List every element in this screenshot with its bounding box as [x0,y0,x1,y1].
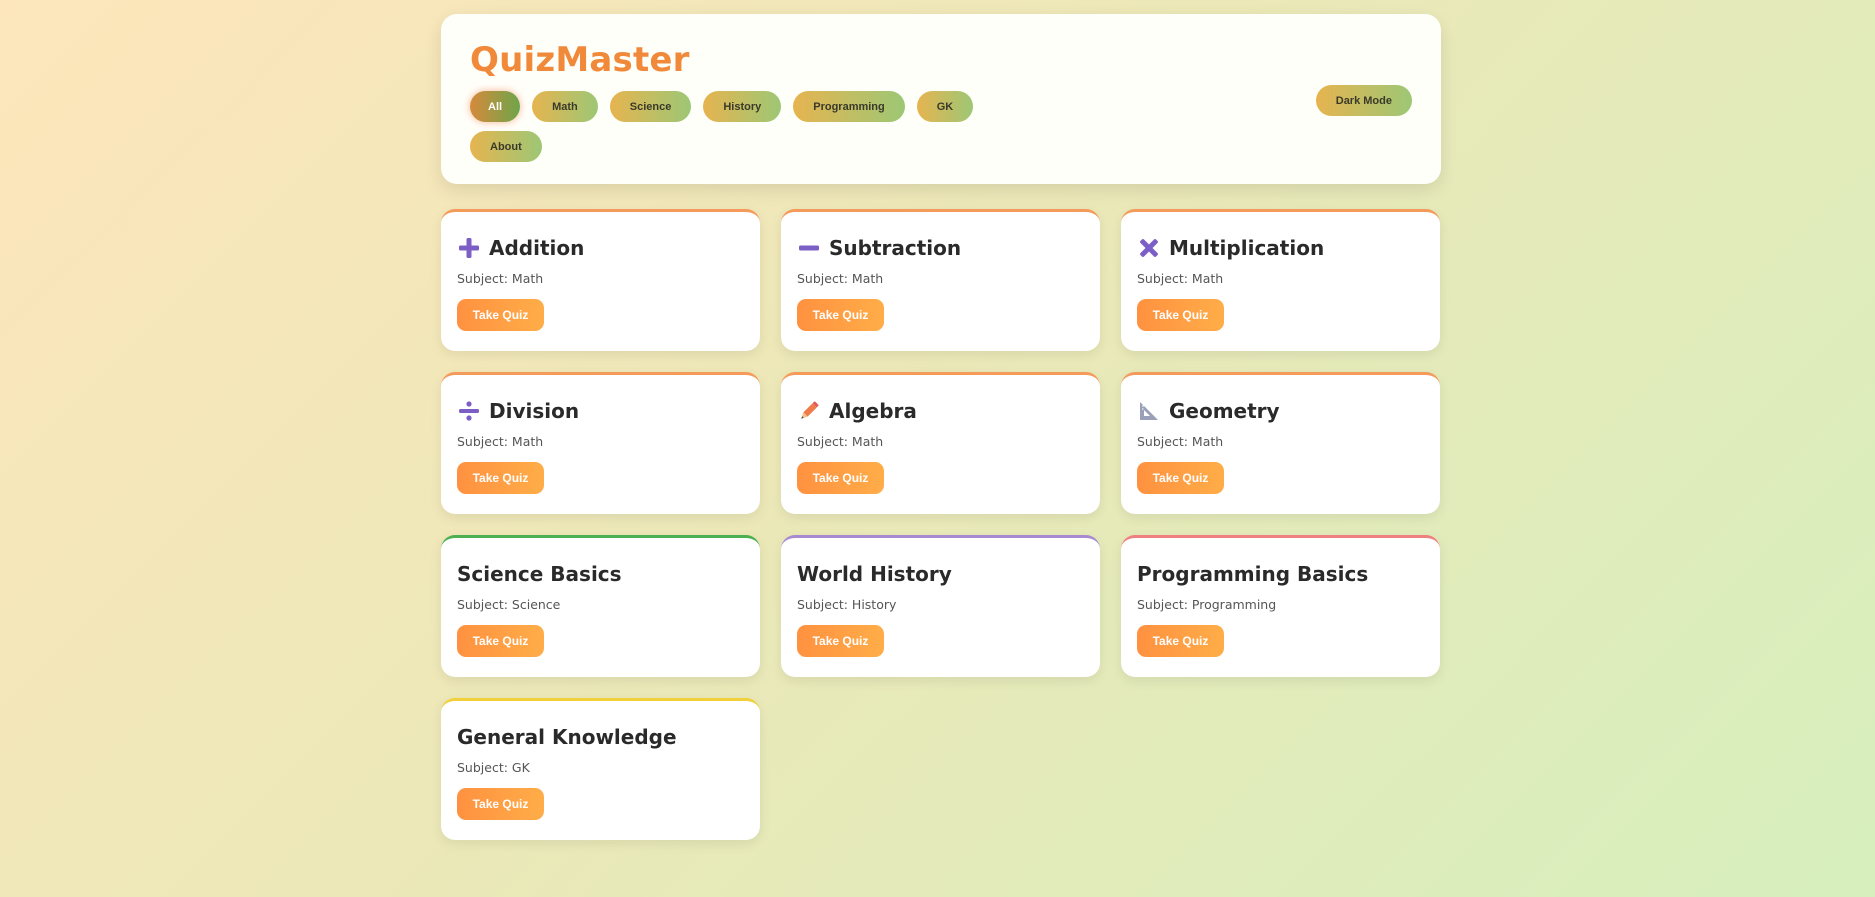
card-title: World History [797,562,952,586]
take-quiz-button[interactable]: Take Quiz [797,625,884,657]
card-subject: Subject: Programming [1137,597,1277,612]
card-title: Addition [489,236,585,260]
quiz-card-programming-basics: Programming Basics Subject: Programming … [1121,535,1440,677]
card-subject: Subject: Math [797,434,884,449]
filter-programming[interactable]: Programming [793,91,905,122]
card-title: Division [489,399,580,423]
quiz-card-algebra: Algebra Subject: Math Take Quiz [781,372,1100,514]
filter-bar: All Math Science History Programming GK … [470,91,1030,162]
take-quiz-button[interactable]: Take Quiz [457,788,544,820]
take-quiz-button[interactable]: Take Quiz [457,299,544,331]
take-quiz-button[interactable]: Take Quiz [797,299,884,331]
multiply-icon [1137,236,1161,260]
card-title: Science Basics [457,562,622,586]
plus-icon [457,236,481,260]
take-quiz-button[interactable]: Take Quiz [1137,462,1224,494]
card-title: Programming Basics [1137,562,1369,586]
card-title-row: Programming Basics [1137,560,1424,588]
card-title-row: Subtraction [797,234,1084,262]
card-title: Subtraction [829,236,962,260]
card-title: Geometry [1169,399,1280,423]
filter-about[interactable]: About [470,131,542,162]
dark-mode-button[interactable]: Dark Mode [1315,85,1412,116]
card-subject: Subject: Math [457,434,544,449]
card-subject: Subject: Math [1137,434,1224,449]
quiz-card-world-history: World History Subject: History Take Quiz [781,535,1100,677]
quiz-card-addition: Addition Subject: Math Take Quiz [441,209,760,351]
quiz-card-subtraction: Subtraction Subject: Math Take Quiz [781,209,1100,351]
divide-icon [457,399,481,423]
pencil-icon [797,399,821,423]
card-subject: Subject: History [797,597,897,612]
minus-icon [797,236,821,260]
card-title-row: Algebra [797,397,1084,425]
take-quiz-button[interactable]: Take Quiz [457,625,544,657]
card-title: Multiplication [1169,236,1325,260]
quiz-card-general-knowledge: General Knowledge Subject: GK Take Quiz [441,698,760,840]
filter-history[interactable]: History [703,91,782,122]
header: QuizMaster All Math Science History Prog… [441,14,1441,184]
quiz-card-multiplication: Multiplication Subject: Math Take Quiz [1121,209,1440,351]
card-subject: Subject: GK [457,760,530,775]
card-title: Algebra [829,399,917,423]
card-subject: Subject: Math [1137,271,1224,286]
card-title-row: Multiplication [1137,234,1424,262]
quiz-card-division: Division Subject: Math Take Quiz [441,372,760,514]
card-subject: Subject: Math [457,271,544,286]
card-title-row: World History [797,560,1084,588]
card-title-row: Geometry [1137,397,1424,425]
filter-science[interactable]: Science [609,91,692,122]
card-title-row: Division [457,397,744,425]
quiz-card-geometry: Geometry Subject: Math Take Quiz [1121,372,1440,514]
card-subject: Subject: Math [797,271,884,286]
take-quiz-button[interactable]: Take Quiz [1137,625,1224,657]
quiz-grid: Addition Subject: Math Take Quiz Subtrac… [441,209,1440,840]
card-title-row: Science Basics [457,560,744,588]
card-title: General Knowledge [457,725,677,749]
triangle-ruler-icon [1137,399,1161,423]
quiz-card-science-basics: Science Basics Subject: Science Take Qui… [441,535,760,677]
take-quiz-button[interactable]: Take Quiz [797,462,884,494]
app-title: QuizMaster [470,40,690,80]
card-subject: Subject: Science [457,597,561,612]
card-title-row: General Knowledge [457,723,744,751]
take-quiz-button[interactable]: Take Quiz [457,462,544,494]
take-quiz-button[interactable]: Take Quiz [1137,299,1224,331]
filter-gk[interactable]: GK [916,91,974,122]
app-container: QuizMaster All Math Science History Prog… [441,14,1441,840]
filter-math[interactable]: Math [532,91,598,122]
card-title-row: Addition [457,234,744,262]
filter-all[interactable]: All [470,91,521,122]
